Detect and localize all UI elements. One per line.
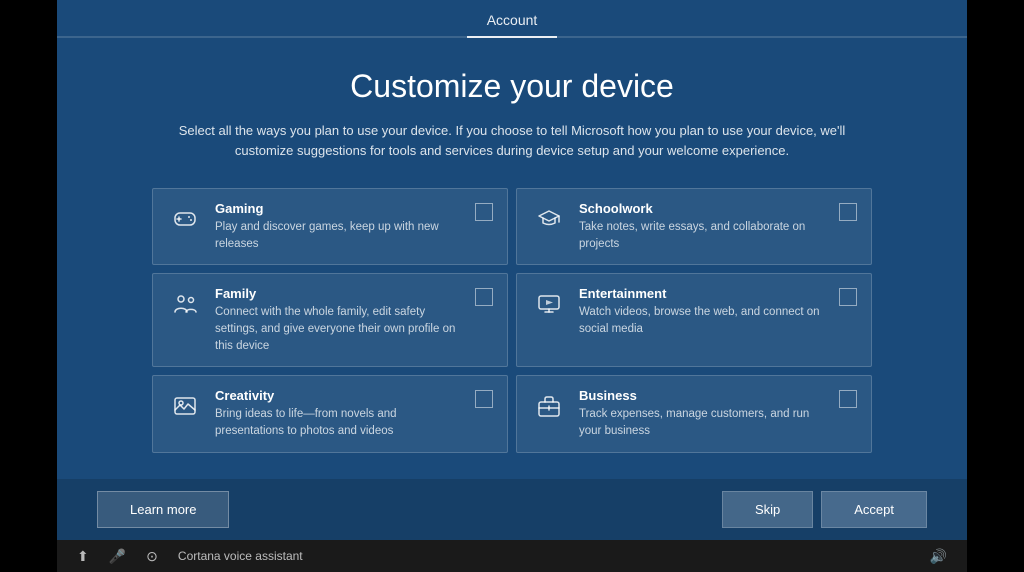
cortana-icon[interactable]: ⊙ [146, 548, 158, 565]
volume-icon[interactable]: 🔊 [930, 548, 947, 565]
page-title: Customize your device [350, 68, 674, 105]
card-gaming[interactable]: Gaming Play and discover games, keep up … [152, 188, 508, 265]
card-schoolwork[interactable]: Schoolwork Take notes, write essays, and… [516, 188, 872, 265]
family-checkbox[interactable] [475, 288, 493, 306]
entertainment-title: Entertainment [579, 286, 827, 301]
business-icon [531, 388, 567, 424]
card-business[interactable]: Business Track expenses, manage customer… [516, 375, 872, 452]
tab-account-label: Account [487, 12, 538, 28]
family-text: Family Connect with the whole family, ed… [215, 286, 463, 354]
gaming-icon [167, 201, 203, 237]
creativity-title: Creativity [215, 388, 463, 403]
schoolwork-text: Schoolwork Take notes, write essays, and… [579, 201, 827, 252]
accept-button[interactable]: Accept [821, 491, 927, 528]
cortana-text: Cortana voice assistant [178, 549, 910, 563]
business-title: Business [579, 388, 827, 403]
creativity-desc: Bring ideas to life—from novels and pres… [215, 406, 463, 439]
card-entertainment[interactable]: Entertainment Watch videos, browse the w… [516, 273, 872, 367]
family-title: Family [215, 286, 463, 301]
gaming-title: Gaming [215, 201, 463, 216]
entertainment-desc: Watch videos, browse the web, and connec… [579, 304, 827, 337]
main-content: Customize your device Select all the way… [57, 38, 967, 479]
learn-more-button[interactable]: Learn more [97, 491, 229, 528]
gaming-desc: Play and discover games, keep up with ne… [215, 219, 463, 252]
business-checkbox[interactable] [839, 390, 857, 408]
tab-account[interactable]: Account [467, 4, 558, 36]
gaming-text: Gaming Play and discover games, keep up … [215, 201, 463, 252]
taskbar: ⬆ 🎤 ⊙ Cortana voice assistant 🔊 [57, 540, 967, 572]
family-desc: Connect with the whole family, edit safe… [215, 304, 463, 354]
entertainment-checkbox[interactable] [839, 288, 857, 306]
schoolwork-checkbox[interactable] [839, 203, 857, 221]
business-text: Business Track expenses, manage customer… [579, 388, 827, 439]
schoolwork-desc: Take notes, write essays, and collaborat… [579, 219, 827, 252]
family-icon [167, 286, 203, 322]
creativity-icon [167, 388, 203, 424]
gaming-checkbox[interactable] [475, 203, 493, 221]
taskbar-share-icon: ⬆ [77, 548, 89, 565]
schoolwork-title: Schoolwork [579, 201, 827, 216]
card-creativity[interactable]: Creativity Bring ideas to life—from nove… [152, 375, 508, 452]
cards-grid: Gaming Play and discover games, keep up … [152, 188, 872, 453]
card-family[interactable]: Family Connect with the whole family, ed… [152, 273, 508, 367]
skip-button[interactable]: Skip [722, 491, 813, 528]
creativity-checkbox[interactable] [475, 390, 493, 408]
page-subtitle: Select all the ways you plan to use your… [172, 121, 852, 160]
creativity-text: Creativity Bring ideas to life—from nove… [215, 388, 463, 439]
bottom-bar: Learn more Skip Accept [57, 479, 967, 540]
bottom-left: Learn more [97, 491, 229, 528]
schoolwork-icon [531, 201, 567, 237]
bottom-right: Skip Accept [722, 491, 927, 528]
taskbar-mic-icon: 🎤 [109, 548, 126, 565]
entertainment-icon [531, 286, 567, 322]
tab-bar: Account [57, 0, 967, 38]
business-desc: Track expenses, manage customers, and ru… [579, 406, 827, 439]
entertainment-text: Entertainment Watch videos, browse the w… [579, 286, 827, 337]
main-window: Account Customize your device Select all… [57, 0, 967, 540]
